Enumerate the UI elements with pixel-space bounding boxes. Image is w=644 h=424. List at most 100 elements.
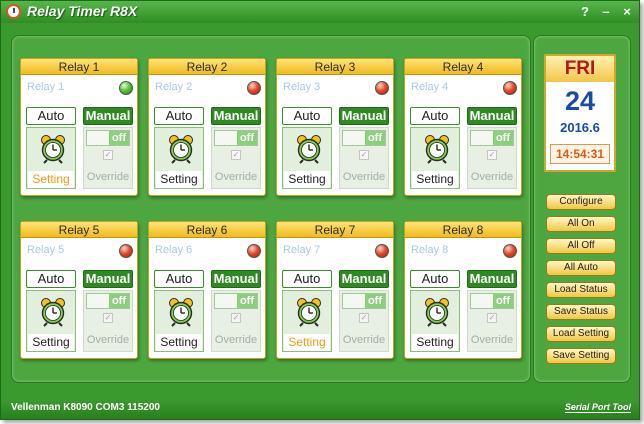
setting-button[interactable]: Setting: [410, 127, 460, 189]
toggle-state-label: off: [367, 132, 382, 144]
relay-card-8: Relay 8 Relay 8 Auto Manual Setting off …: [404, 221, 522, 359]
relay-header: Relay 5: [21, 222, 137, 238]
auto-button[interactable]: Auto: [154, 270, 204, 288]
override-label: Override: [214, 171, 258, 183]
title-bar: Relay Timer R8X ? – ×: [1, 1, 639, 23]
load-setting-button[interactable]: Load Setting: [546, 326, 616, 342]
help-button[interactable]: ?: [576, 3, 594, 21]
override-panel: off ✓ Override: [467, 127, 517, 189]
status-led-icon: [247, 81, 261, 95]
load-status-button[interactable]: Load Status: [546, 282, 616, 298]
relay-name: Relay 2: [155, 81, 193, 93]
override-checkbox[interactable]: ✓: [359, 313, 369, 323]
auto-button[interactable]: Auto: [410, 107, 460, 125]
override-checkbox[interactable]: ✓: [103, 313, 113, 323]
relay-card-7: Relay 7 Relay 7 Auto Manual Setting off …: [276, 221, 394, 359]
status-led-icon: [119, 81, 133, 95]
setting-label: Setting: [284, 334, 330, 351]
override-label: Override: [86, 334, 130, 346]
relay-panel: Relay 1 Relay 1 Auto Manual Setting off …: [11, 35, 531, 383]
manual-button[interactable]: Manual: [467, 107, 517, 125]
manual-button[interactable]: Manual: [211, 270, 261, 288]
save-status-button[interactable]: Save Status: [546, 304, 616, 320]
relay-name: Relay 4: [411, 81, 449, 93]
override-checkbox[interactable]: ✓: [103, 150, 113, 160]
override-checkbox[interactable]: ✓: [487, 313, 497, 323]
override-checkbox[interactable]: ✓: [359, 150, 369, 160]
relay-name: Relay 5: [27, 244, 65, 256]
override-checkbox[interactable]: ✓: [231, 313, 241, 323]
relay-name: Relay 7: [283, 244, 321, 256]
auto-button[interactable]: Auto: [410, 270, 460, 288]
alarm-clock-icon: [169, 298, 193, 327]
setting-label: Setting: [412, 171, 458, 188]
override-label: Override: [86, 171, 130, 183]
status-led-icon: [375, 81, 389, 95]
setting-label: Setting: [156, 171, 202, 188]
status-led-icon: [375, 244, 389, 258]
relay-header: Relay 8: [405, 222, 521, 238]
manual-button[interactable]: Manual: [467, 270, 517, 288]
auto-button[interactable]: Auto: [282, 270, 332, 288]
manual-button[interactable]: Manual: [339, 270, 389, 288]
auto-button[interactable]: Auto: [282, 107, 332, 125]
manual-button[interactable]: Manual: [211, 107, 261, 125]
auto-button[interactable]: Auto: [26, 107, 76, 125]
connection-status: Vellenman K8090 COM3 115200: [11, 402, 160, 413]
serial-port-tool-link[interactable]: Serial Port Tool: [564, 402, 631, 413]
relay-header: Relay 4: [405, 59, 521, 75]
auto-button[interactable]: Auto: [154, 107, 204, 125]
override-panel: off ✓ Override: [467, 290, 517, 352]
save-setting-button[interactable]: Save Setting: [546, 348, 616, 364]
alarm-clock-app-icon: [6, 4, 21, 19]
manual-toggle-switch[interactable]: off: [470, 293, 514, 309]
all-auto-button[interactable]: All Auto: [546, 260, 616, 276]
setting-button[interactable]: Setting: [410, 290, 460, 352]
close-button[interactable]: ×: [618, 3, 636, 21]
status-led-icon: [247, 244, 261, 258]
setting-label: Setting: [284, 171, 330, 188]
toggle-state-label: off: [495, 132, 510, 144]
relay-card-4: Relay 4 Relay 4 Auto Manual Setting off …: [404, 58, 522, 196]
toggle-state-label: off: [367, 295, 382, 307]
manual-toggle-switch[interactable]: off: [342, 293, 386, 309]
all-off-button[interactable]: All Off: [546, 238, 616, 254]
all-on-button[interactable]: All On: [546, 216, 616, 232]
setting-button[interactable]: Setting: [282, 290, 332, 352]
auto-button[interactable]: Auto: [26, 270, 76, 288]
override-label: Override: [470, 334, 514, 346]
setting-button[interactable]: Setting: [154, 290, 204, 352]
manual-toggle-switch[interactable]: off: [342, 130, 386, 146]
override-checkbox[interactable]: ✓: [231, 150, 241, 160]
setting-button[interactable]: Setting: [26, 290, 76, 352]
app-window: Relay Timer R8X ? – × Relay 1 Relay 1 Au…: [0, 0, 640, 420]
relay-name: Relay 8: [411, 244, 449, 256]
alarm-clock-icon: [425, 135, 449, 164]
override-checkbox[interactable]: ✓: [487, 150, 497, 160]
setting-button[interactable]: Setting: [26, 127, 76, 189]
setting-button[interactable]: Setting: [282, 127, 332, 189]
relay-card-6: Relay 6 Relay 6 Auto Manual Setting off …: [148, 221, 266, 359]
alarm-clock-icon: [425, 298, 449, 327]
manual-toggle-switch[interactable]: off: [86, 293, 130, 309]
manual-toggle-switch[interactable]: off: [470, 130, 514, 146]
override-panel: off ✓ Override: [83, 127, 133, 189]
alarm-clock-icon: [41, 135, 65, 164]
override-label: Override: [470, 171, 514, 183]
status-bar: Vellenman K8090 COM3 115200 Serial Port …: [1, 399, 639, 419]
relay-header: Relay 3: [277, 59, 393, 75]
manual-toggle-switch[interactable]: off: [86, 130, 130, 146]
manual-button[interactable]: Manual: [339, 107, 389, 125]
setting-button[interactable]: Setting: [154, 127, 204, 189]
manual-button[interactable]: Manual: [83, 107, 133, 125]
manual-toggle-switch[interactable]: off: [214, 130, 258, 146]
setting-label: Setting: [28, 334, 74, 351]
manual-button[interactable]: Manual: [83, 270, 133, 288]
configure-button[interactable]: Configure: [546, 194, 616, 210]
relay-name: Relay 3: [283, 81, 321, 93]
override-panel: off ✓ Override: [339, 290, 389, 352]
manual-toggle-switch[interactable]: off: [214, 293, 258, 309]
minimize-button[interactable]: –: [597, 3, 615, 21]
calendar-display: FRI 24 2016.6 14:54:31: [544, 54, 616, 172]
setting-label: Setting: [412, 334, 458, 351]
